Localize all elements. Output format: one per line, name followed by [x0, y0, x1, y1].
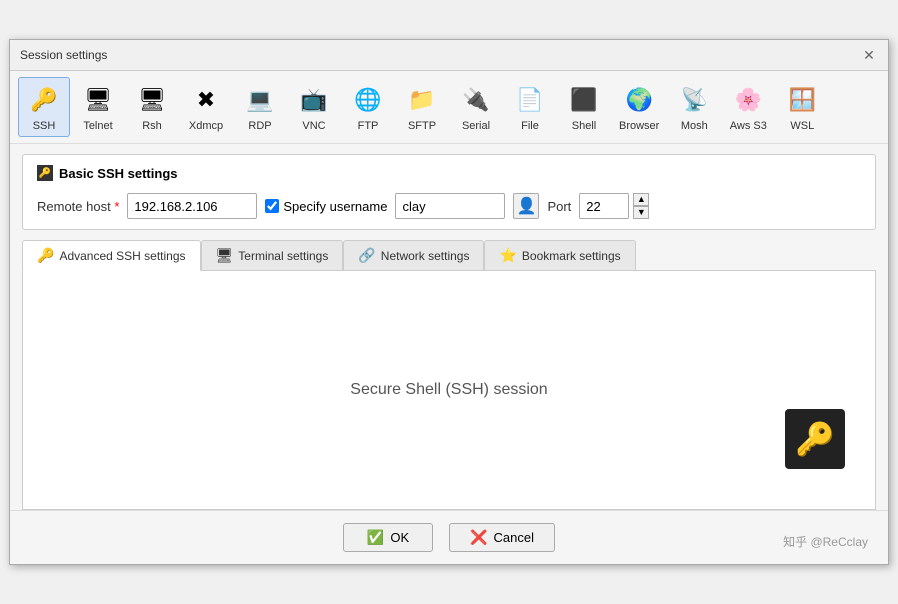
protocol-vnc[interactable]: 📺 VNC — [288, 77, 340, 137]
port-label: Port — [547, 199, 571, 214]
rsh-label: Rsh — [142, 120, 162, 132]
xdmcp-label: Xdmcp — [189, 120, 223, 132]
watermark: 知乎 @ReCclay — [783, 533, 868, 550]
awss3-icon: 🌸 — [730, 82, 766, 118]
advanced-tabs-container: 🔑 Advanced SSH settings 🖥 Terminal setti… — [22, 240, 876, 510]
dialog-title: Session settings — [20, 48, 107, 62]
port-spinner: ▲ ▼ — [633, 193, 649, 219]
file-label: File — [521, 120, 539, 132]
session-settings-dialog: Session settings ✕ 🔑 SSH 🖥 Telnet 🖥 Rsh … — [9, 39, 889, 565]
bookmark-tab-label: Bookmark settings — [522, 249, 621, 263]
terminal-tab-icon: 🖥 — [216, 247, 234, 264]
advanced-tab-label: Advanced SSH settings — [59, 249, 185, 263]
basic-settings-header: 🔑 Basic SSH settings — [37, 165, 861, 181]
vnc-label: VNC — [302, 120, 325, 132]
network-tab-icon: 🔗 — [358, 247, 375, 264]
basic-settings-panel: 🔑 Basic SSH settings Remote host * Speci… — [22, 154, 876, 230]
tabs-row: 🔑 Advanced SSH settings 🖥 Terminal setti… — [22, 240, 876, 270]
required-star: * — [114, 199, 119, 214]
telnet-icon: 🖥 — [80, 82, 116, 118]
ssh-label: SSH — [33, 120, 56, 132]
cancel-button[interactable]: ❌ Cancel — [449, 523, 555, 552]
browser-label: Browser — [619, 120, 659, 132]
protocol-sftp[interactable]: 📁 SFTP — [396, 77, 448, 137]
telnet-label: Telnet — [83, 120, 112, 132]
browser-icon: 🌍 — [621, 82, 657, 118]
port-input[interactable] — [579, 193, 629, 219]
protocol-browser[interactable]: 🌍 Browser — [612, 77, 666, 137]
user-browse-button[interactable]: 👤 — [513, 193, 539, 219]
protocol-rdp[interactable]: 💻 RDP — [234, 77, 286, 137]
tab-advanced[interactable]: 🔑 Advanced SSH settings — [22, 240, 201, 271]
dialog-footer: ✅ OK ❌ Cancel 知乎 @ReCclay — [10, 510, 888, 564]
protocol-xdmcp[interactable]: ✖ Xdmcp — [180, 77, 232, 137]
tab-network[interactable]: 🔗 Network settings — [343, 240, 484, 270]
panel-icon: 🔑 — [37, 165, 53, 181]
sftp-label: SFTP — [408, 120, 436, 132]
bookmark-tab-icon: ⭐ — [499, 247, 516, 264]
close-button[interactable]: ✕ — [860, 46, 878, 64]
protocol-file[interactable]: 📄 File — [504, 77, 556, 137]
file-icon: 📄 — [512, 82, 548, 118]
shell-icon: ⬛ — [566, 82, 602, 118]
rdp-icon: 💻 — [242, 82, 278, 118]
protocol-mosh[interactable]: 📡 Mosh — [668, 77, 720, 137]
protocol-telnet[interactable]: 🖥 Telnet — [72, 77, 124, 137]
specify-username-checkbox-label[interactable]: Specify username — [265, 199, 387, 214]
remote-host-input[interactable] — [127, 193, 257, 219]
protocol-rsh[interactable]: 🖥 Rsh — [126, 77, 178, 137]
specify-username-checkbox[interactable] — [265, 199, 279, 213]
serial-label: Serial — [462, 120, 490, 132]
settings-field-row: Remote host * Specify username 👤 Port ▲ … — [37, 193, 861, 219]
username-input[interactable] — [395, 193, 505, 219]
ok-button[interactable]: ✅ OK — [343, 523, 433, 552]
panel-header-label: Basic SSH settings — [59, 166, 178, 181]
ssh-session-description: Secure Shell (SSH) session — [350, 381, 547, 399]
xdmcp-icon: ✖ — [188, 82, 224, 118]
ok-icon: ✅ — [367, 529, 384, 546]
cancel-icon: ❌ — [470, 529, 487, 546]
key-icon: 🔑 — [785, 409, 845, 469]
protocol-ssh[interactable]: 🔑 SSH — [18, 77, 70, 137]
protocol-serial[interactable]: 🔌 Serial — [450, 77, 502, 137]
tab-content-area: Secure Shell (SSH) session 🔑 — [22, 270, 876, 510]
titlebar: Session settings ✕ — [10, 40, 888, 71]
network-tab-label: Network settings — [381, 249, 470, 263]
tab-terminal[interactable]: 🖥 Terminal settings — [201, 240, 344, 270]
protocol-ftp[interactable]: 🌐 FTP — [342, 77, 394, 137]
wsl-icon: 🪟 — [784, 82, 820, 118]
rsh-icon: 🖥 — [134, 82, 170, 118]
port-spin-down[interactable]: ▼ — [633, 206, 649, 219]
shell-label: Shell — [572, 120, 596, 132]
serial-icon: 🔌 — [458, 82, 494, 118]
mosh-label: Mosh — [681, 120, 708, 132]
ftp-icon: 🌐 — [350, 82, 386, 118]
port-spin-up[interactable]: ▲ — [633, 193, 649, 206]
mosh-icon: 📡 — [676, 82, 712, 118]
awss3-label: Aws S3 — [730, 120, 767, 132]
advanced-tab-icon: 🔑 — [37, 247, 54, 264]
rdp-label: RDP — [248, 120, 271, 132]
ftp-label: FTP — [358, 120, 379, 132]
protocol-awss3[interactable]: 🌸 Aws S3 — [722, 77, 774, 137]
protocol-shell[interactable]: ⬛ Shell — [558, 77, 610, 137]
vnc-icon: 📺 — [296, 82, 332, 118]
tab-bookmark[interactable]: ⭐ Bookmark settings — [484, 240, 635, 270]
port-group: ▲ ▼ — [579, 193, 649, 219]
protocol-wsl[interactable]: 🪟 WSL — [776, 77, 828, 137]
wsl-label: WSL — [790, 120, 814, 132]
sftp-icon: 📁 — [404, 82, 440, 118]
remote-host-label: Remote host * — [37, 199, 119, 214]
protocol-toolbar: 🔑 SSH 🖥 Telnet 🖥 Rsh ✖ Xdmcp 💻 RDP 📺 VNC… — [10, 71, 888, 144]
terminal-tab-label: Terminal settings — [238, 249, 328, 263]
ssh-icon: 🔑 — [26, 82, 62, 118]
